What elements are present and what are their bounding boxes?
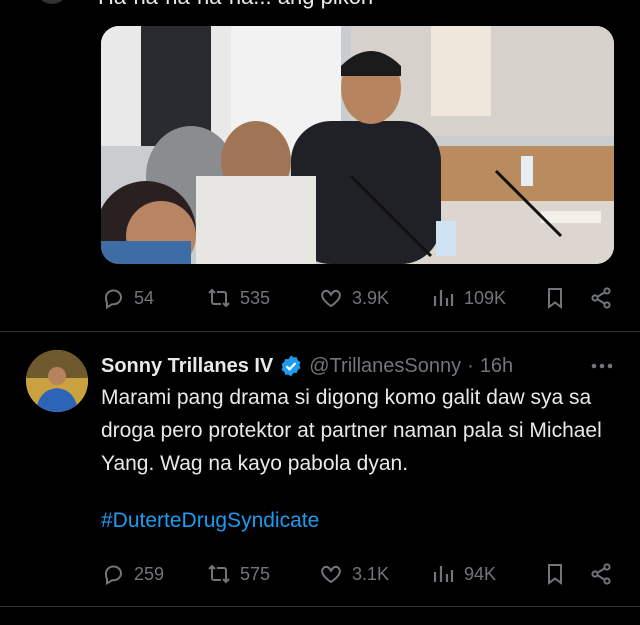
header-separator: · [467, 354, 474, 377]
views-count: 109K [464, 287, 507, 308]
previous-avatar[interactable] [36, 0, 68, 4]
views-icon [433, 290, 454, 306]
share-icon[interactable] [589, 286, 613, 310]
views-button[interactable]: 94K [431, 562, 496, 586]
share-icon[interactable] [589, 562, 613, 586]
hashtag-link[interactable]: #DuterteDrugSyndicate [101, 509, 319, 533]
reply-icon [104, 289, 123, 310]
repost-button[interactable]: 575 [207, 562, 270, 586]
bottom-divider [0, 606, 640, 607]
repost-icon [208, 564, 230, 584]
repost-button[interactable]: 535 [207, 286, 270, 310]
verified-badge-icon [281, 355, 301, 377]
tweet-media-image[interactable] [101, 26, 614, 264]
bookmark-icon[interactable] [543, 286, 567, 310]
repost-count: 575 [240, 563, 271, 584]
previous-tweet-actions: 54 535 3.9K 109K [101, 283, 621, 313]
like-icon [321, 565, 341, 584]
views-icon [433, 566, 454, 582]
reply-count: 259 [134, 563, 165, 584]
reply-count: 54 [134, 287, 155, 308]
views-button[interactable]: 109K [431, 286, 506, 310]
like-icon [321, 289, 341, 308]
more-icon[interactable] [586, 354, 618, 378]
like-button[interactable]: 3.9K [319, 286, 389, 310]
tweet-divider [0, 331, 640, 332]
tweet-time[interactable]: 16h [480, 355, 513, 378]
tweet-header: Sonny Trillanes IV @TrillanesSonny · 16h [101, 351, 513, 381]
repost-count: 535 [240, 287, 271, 308]
like-button[interactable]: 3.1K [319, 562, 389, 586]
tweet-text: Marami pang drama si digong komo galit d… [101, 386, 602, 475]
views-count: 94K [464, 563, 497, 584]
reply-icon [104, 565, 123, 586]
tweet-actions: 259 575 3.1K 94K [101, 559, 621, 589]
like-count: 3.1K [352, 563, 390, 584]
previous-tweet-text: Ha-ha-ha-ha-ha... ang pikon [98, 0, 373, 10]
reply-button[interactable]: 259 [101, 562, 164, 586]
author-handle[interactable]: @TrillanesSonny [309, 355, 461, 378]
bookmark-icon[interactable] [543, 562, 567, 586]
author-avatar[interactable] [26, 350, 88, 412]
like-count: 3.9K [352, 287, 390, 308]
repost-icon [208, 288, 230, 308]
author-name[interactable]: Sonny Trillanes IV [101, 355, 273, 378]
reply-button[interactable]: 54 [101, 286, 154, 310]
